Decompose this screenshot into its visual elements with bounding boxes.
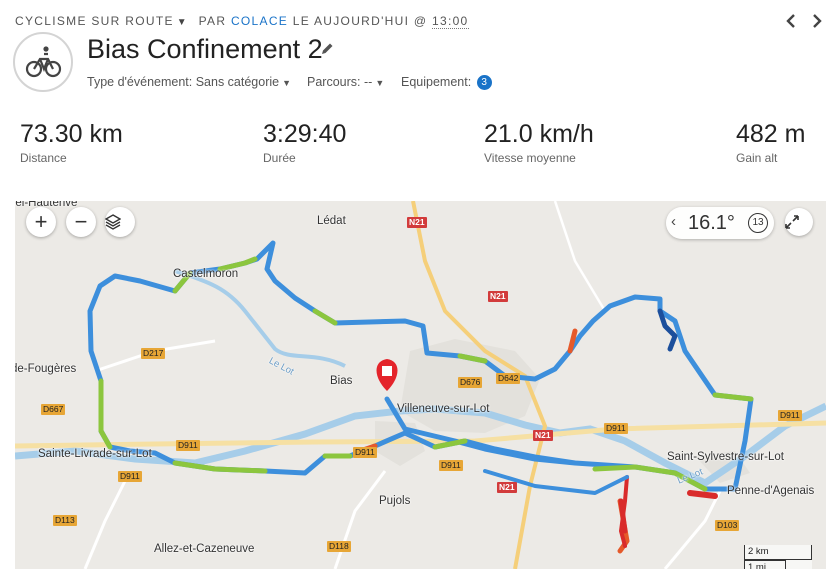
road-badge: D911 [176, 440, 200, 451]
road-badge: D676 [458, 377, 483, 388]
equipment-label: Equipement: [401, 75, 472, 89]
weather-widget[interactable]: ‹ 16.1° 13 [666, 207, 774, 239]
route-map[interactable]: del-Hauterive Lédat Castelmoron de-Fougè… [15, 201, 826, 569]
place-label: Villeneuve-sur-Lot [397, 403, 490, 415]
road-badge: N21 [407, 217, 427, 228]
stat-label: Distance [20, 151, 67, 165]
equipment-count-badge[interactable]: 3 [476, 75, 492, 91]
road-badge: D911 [353, 447, 377, 458]
road-badge: D113 [53, 515, 77, 526]
place-label: de-Fougères [15, 363, 77, 375]
road-badge: D103 [715, 520, 740, 531]
stat-value: 21.0 km/h [484, 120, 594, 148]
expand-icon [785, 215, 799, 229]
river [174, 269, 346, 368]
road-badge: N21 [533, 430, 553, 441]
bicycle-icon [13, 32, 73, 92]
event-type-label: Type d'événement: [87, 75, 193, 89]
layers-button[interactable] [105, 207, 135, 237]
road [83, 480, 127, 569]
stat-label: Durée [263, 151, 296, 165]
place-label: Pujols [379, 495, 411, 507]
road-badge: D911 [778, 410, 802, 421]
road-badge: D911 [439, 460, 463, 471]
event-type-value: Sans catégorie [195, 75, 280, 89]
event-type-dropdown[interactable]: Type d'événement: Sans catégorie ▼ [87, 75, 291, 89]
by-label: PAR [198, 14, 227, 28]
caret-down-icon[interactable]: ▼ [177, 17, 188, 28]
place-label: Lédat [317, 215, 346, 227]
author-link[interactable]: COLACE [231, 14, 288, 28]
chevron-left-icon[interactable]: ‹ [671, 213, 676, 230]
caret-down-icon: ▼ [282, 78, 292, 88]
stat-duration: 3:29:40 Durée [263, 120, 346, 165]
road-badge: N21 [488, 291, 508, 302]
scale-km: 2 km [744, 545, 812, 560]
pencil-icon[interactable] [320, 42, 334, 61]
road [663, 490, 722, 569]
place-label: Penne-d'Agenais [727, 485, 815, 497]
course-label: Parcours: [307, 75, 361, 89]
temperature-value: 16.1° [688, 212, 735, 234]
road-badge: D911 [604, 423, 628, 434]
place-label: Bias [330, 375, 353, 387]
date-label: LE AUJOURD'HUI @ [292, 14, 428, 28]
scale-mi: 1 mi [744, 560, 786, 569]
map-canvas[interactable] [15, 201, 826, 569]
stat-value: 482 m [736, 120, 806, 148]
zoom-in-button[interactable]: + [26, 207, 56, 237]
activity-time[interactable]: 13:00 [432, 14, 469, 29]
place-label: Allez-et-Cazeneuve [154, 543, 255, 555]
stat-label: Gain alt [736, 151, 778, 165]
road [553, 201, 607, 312]
road-badge: D667 [41, 404, 66, 415]
course-value: -- [363, 75, 373, 89]
next-activity-icon[interactable] [812, 14, 822, 33]
stat-distance: 73.30 km Distance [20, 120, 123, 165]
previous-activity-icon[interactable] [786, 14, 796, 33]
activity-breadcrumb: CYCLISME SUR ROUTE ▼ PAR COLACE LE AUJOUR… [15, 14, 469, 29]
road-badge: D642 [496, 373, 521, 384]
wind-icon: 13 [748, 213, 768, 233]
equipment-link[interactable]: Equipement: 3 [401, 75, 492, 91]
map-scale: 2 km 1 mi [744, 545, 812, 569]
layers-icon [105, 214, 121, 230]
stat-label: Vitesse moyenne [484, 151, 576, 165]
road-badge: N21 [497, 482, 517, 493]
stat-value: 3:29:40 [263, 120, 347, 148]
stat-average-speed: 21.0 km/h Vitesse moyenne [484, 120, 594, 165]
road-badge: D217 [141, 348, 166, 359]
activity-type[interactable]: CYCLISME SUR ROUTE [15, 14, 174, 28]
start-marker-icon[interactable] [376, 359, 398, 391]
road [333, 470, 387, 569]
stat-elevation-gain: 482 m Gain alt [736, 120, 805, 165]
place-label: Sainte-Livrade-sur-Lot [38, 448, 152, 460]
place-label: Castelmoron [173, 268, 239, 280]
place-label: Saint-Sylvestre-sur-Lot [667, 451, 784, 463]
stat-value: 73.30 km [20, 120, 123, 148]
road-badge: D118 [327, 541, 351, 552]
road-badge: D911 [118, 471, 142, 482]
zoom-out-button[interactable]: − [66, 207, 96, 237]
fullscreen-button[interactable] [785, 208, 813, 236]
course-dropdown[interactable]: Parcours: -- ▼ [307, 75, 384, 89]
activity-title: Bias Confinement 2 [87, 34, 323, 64]
caret-down-icon: ▼ [375, 78, 385, 88]
